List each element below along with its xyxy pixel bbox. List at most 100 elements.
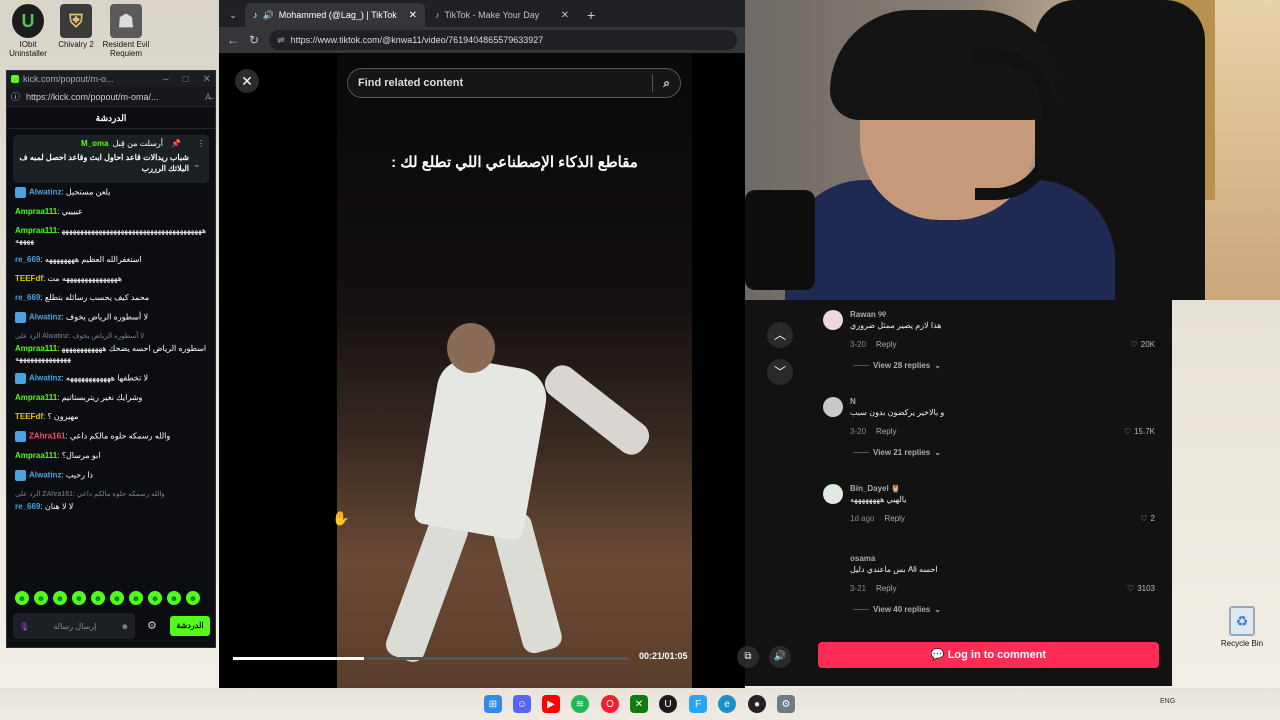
- desktop-icon-recycle-bin[interactable]: ♻ Recycle Bin: [1216, 606, 1268, 648]
- chat-username[interactable]: Ampraa111: [15, 393, 57, 402]
- chat-username[interactable]: ZAhra161: [29, 432, 65, 441]
- chat-username[interactable]: Alwatinz: [29, 374, 61, 383]
- like-button[interactable]: ♡ 15.7K: [1124, 427, 1155, 436]
- chat-text: عييييي: [61, 207, 83, 216]
- chat-username[interactable]: Ampraa111: [15, 344, 57, 353]
- volume-button[interactable]: 🔊: [769, 646, 791, 668]
- emote-icon[interactable]: ☻: [91, 591, 105, 605]
- close-tab-icon[interactable]: ✕: [409, 10, 417, 21]
- view-replies-button[interactable]: View 40 replies ⌄: [853, 605, 941, 614]
- settings-icon[interactable]: ⚙: [777, 695, 795, 713]
- search-icon[interactable]: ⌕: [663, 76, 670, 91]
- view-replies-button[interactable]: View 21 replies ⌄: [853, 448, 941, 457]
- tab-tiktok-home[interactable]: ♪ TikTok - Make Your Day ✕: [427, 3, 577, 27]
- emote-icon[interactable]: ☻: [167, 591, 181, 605]
- pinned-user[interactable]: M_oma: [81, 139, 109, 148]
- close-tab-icon[interactable]: ✕: [561, 10, 569, 21]
- tab-tiktok-profile[interactable]: ♪ 🔊 Mohammed (@Lag_) | TikTok ✕: [245, 3, 425, 27]
- emote-icon[interactable]: ☻: [53, 591, 67, 605]
- gear-icon[interactable]: ⚙: [147, 619, 157, 632]
- reply-button[interactable]: Reply: [876, 427, 896, 436]
- avatar[interactable]: [823, 554, 843, 574]
- emote-icon[interactable]: ☻: [129, 591, 143, 605]
- chat-input[interactable]: 🎙 إرسال رسالة ☻: [13, 613, 135, 639]
- chat-username[interactable]: Alwatinz: [29, 188, 61, 197]
- tab-title: TikTok - Make Your Day: [444, 10, 540, 20]
- desktop-icon-chivalry[interactable]: ⛨ Chivalry 2: [50, 4, 102, 49]
- like-button[interactable]: ♡ 20K: [1131, 340, 1155, 349]
- reply-button[interactable]: Reply: [876, 340, 896, 349]
- emote-icon[interactable]: ☻: [15, 591, 29, 605]
- maximize-icon[interactable]: □: [183, 74, 189, 85]
- chat-username[interactable]: re_669: [15, 502, 40, 511]
- game-app-icon[interactable]: ●: [748, 695, 766, 713]
- chat-text: مهيرون ؟: [47, 412, 79, 421]
- emote-icon[interactable]: ☻: [148, 591, 162, 605]
- avatar[interactable]: [823, 397, 843, 417]
- chat-text: محمد كيف يحسب رسائله بتطلع: [44, 293, 150, 302]
- back-icon[interactable]: ←: [227, 33, 239, 47]
- chat-send-button[interactable]: الدردشة: [170, 616, 210, 636]
- discord-icon[interactable]: ☺: [513, 695, 531, 713]
- system-tray[interactable]: ENG: [1160, 698, 1175, 705]
- avatar[interactable]: [823, 310, 843, 330]
- edge-icon[interactable]: e: [718, 695, 736, 713]
- chat-username[interactable]: Ampraa111: [15, 207, 57, 216]
- close-icon[interactable]: ✕: [203, 74, 211, 85]
- emote-icon[interactable]: ☻: [110, 591, 124, 605]
- pinned-message[interactable]: 📌 ⋮ M_oma أرسلت من قِبل شباب ريدالات قاع…: [13, 135, 209, 183]
- chat-username[interactable]: Ampraa111: [15, 226, 57, 235]
- chat-username[interactable]: TEEFdf: [15, 274, 43, 283]
- emote-icon[interactable]: ☻: [72, 591, 86, 605]
- video-player[interactable]: مقاطع الذكاء الإصطناعي اللي تطلع لك :: [337, 53, 692, 688]
- comment-author[interactable]: osama: [850, 554, 875, 563]
- reply-button[interactable]: Reply: [876, 584, 896, 593]
- translate-icon[interactable]: A̶: [205, 92, 211, 102]
- files-icon[interactable]: F: [689, 695, 707, 713]
- xbox-icon[interactable]: ✕: [630, 695, 648, 713]
- more-options-icon[interactable]: ⋮: [197, 139, 205, 148]
- emoji-icon[interactable]: ☻: [121, 622, 129, 631]
- like-button[interactable]: ♡ 2: [1140, 514, 1155, 523]
- chat-username[interactable]: Ampraa111: [15, 451, 57, 460]
- comment-author[interactable]: Bin_Dayel 🦉: [850, 484, 901, 493]
- site-info-icon[interactable]: ⇌: [277, 35, 285, 46]
- next-video-button[interactable]: ﹀: [767, 359, 793, 385]
- chat-username[interactable]: Alwatinz: [29, 313, 61, 322]
- pin-icon[interactable]: 📌: [171, 139, 181, 148]
- iobit-taskbar-icon[interactable]: U: [659, 695, 677, 713]
- youtube-icon[interactable]: ▶: [542, 695, 560, 713]
- microphone-icon[interactable]: 🎙: [19, 622, 29, 631]
- login-to-comment-button[interactable]: 💬 Log in to comment: [818, 642, 1159, 668]
- comment-author[interactable]: Rawan ୨୧: [850, 310, 886, 320]
- desktop-icon-resident-evil[interactable]: ☗ Resident Evil Requiem: [100, 4, 152, 58]
- reply-button[interactable]: Reply: [884, 514, 904, 523]
- view-replies-button[interactable]: View 28 replies ⌄: [853, 361, 941, 370]
- like-button[interactable]: ♡ 3103: [1127, 584, 1155, 593]
- previous-video-button[interactable]: ︿: [767, 322, 793, 348]
- address-bar[interactable]: ⇌ https://www.tiktok.com/@knwa11/video/7…: [269, 30, 737, 50]
- video-progress-bar[interactable]: [233, 657, 629, 660]
- spotify-icon[interactable]: ≋: [571, 695, 589, 713]
- chat-username[interactable]: Alwatinz: [29, 471, 61, 480]
- picture-in-picture-button[interactable]: ⧉: [737, 646, 759, 668]
- desktop-icon-iobit[interactable]: U IObit Uninstaller: [2, 4, 54, 58]
- kick-address-bar[interactable]: ⓘ https://kick.com/popout/m-oma/... A̶: [7, 87, 215, 107]
- chevron-down-icon[interactable]: ⌄: [193, 159, 201, 170]
- reload-icon[interactable]: ↻: [249, 33, 259, 47]
- start-icon[interactable]: ⊞: [484, 695, 502, 713]
- emote-icon[interactable]: ☻: [186, 591, 200, 605]
- minimize-icon[interactable]: –: [163, 74, 169, 85]
- tab-search-icon[interactable]: ⌄: [223, 3, 243, 27]
- speaker-icon[interactable]: 🔊: [263, 10, 274, 21]
- avatar[interactable]: [823, 484, 843, 504]
- close-video-button[interactable]: ✕: [235, 69, 259, 93]
- chat-username[interactable]: re_669: [15, 293, 40, 302]
- new-tab-icon[interactable]: +: [579, 3, 603, 27]
- emote-icon[interactable]: ☻: [34, 591, 48, 605]
- chat-username[interactable]: TEEFdf: [15, 412, 43, 421]
- related-search-input[interactable]: Find related content ⌕: [347, 68, 681, 98]
- comment-author[interactable]: N: [850, 397, 856, 406]
- chat-username[interactable]: re_669: [15, 255, 40, 264]
- opera-icon[interactable]: O: [601, 695, 619, 713]
